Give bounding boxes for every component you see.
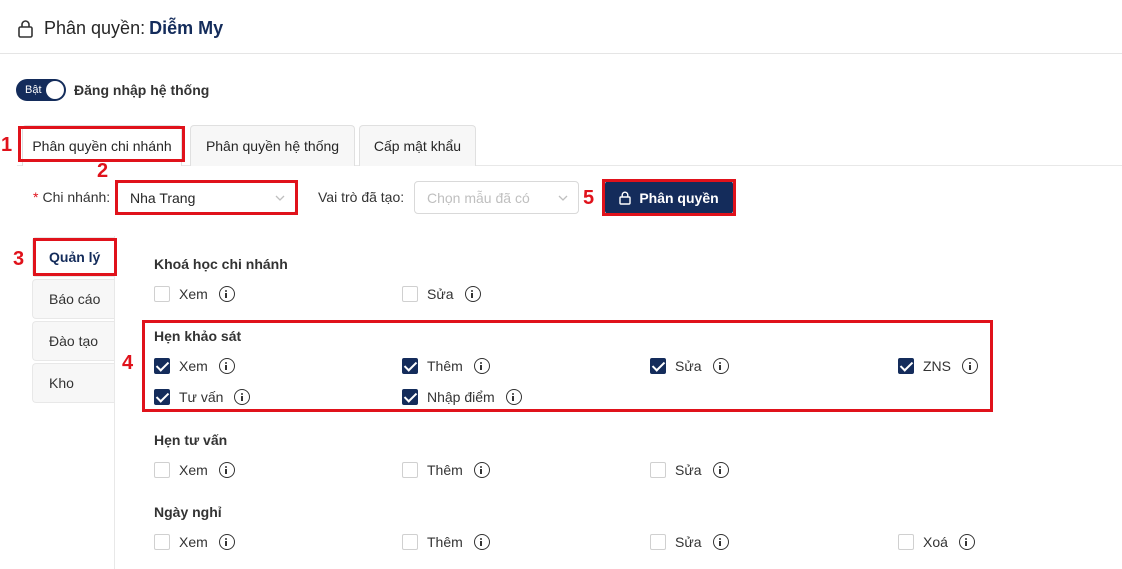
permission-item[interactable]: Thêm	[402, 461, 490, 479]
info-icon[interactable]	[473, 534, 490, 550]
tab-system-permissions[interactable]: Phân quyền hệ thống	[190, 125, 355, 166]
permission-label: Sửa	[675, 534, 702, 550]
page-title-label: Phân quyền:	[44, 18, 146, 38]
chevron-down-icon	[558, 195, 568, 201]
permission-item[interactable]: Xem	[154, 533, 235, 551]
toggle-knob	[46, 81, 64, 99]
branch-label: * Chi nhánh:	[33, 189, 110, 205]
annotation-number-2: 2	[97, 160, 109, 182]
permission-label: Thêm	[427, 462, 463, 478]
permission-label: Xoá	[923, 534, 948, 550]
permission-label: Xem	[179, 534, 208, 550]
annotation-box-4	[142, 320, 993, 412]
permission-label: Xem	[179, 286, 208, 302]
permission-item[interactable]: Sửa	[402, 285, 481, 303]
annotation-number-4: 4	[122, 352, 134, 374]
checkbox[interactable]	[154, 462, 170, 478]
info-icon[interactable]	[712, 462, 729, 478]
login-toggle[interactable]: Bật	[16, 79, 66, 101]
role-select-placeholder: Chọn mẫu đã có	[427, 190, 530, 206]
permission-label: Thêm	[427, 534, 463, 550]
group-title: Hẹn tư vấn	[154, 432, 228, 448]
group-title: Khoá học chi nhánh	[154, 256, 288, 272]
checkbox[interactable]	[402, 534, 418, 550]
side-item-training[interactable]: Đào tạo	[32, 321, 114, 361]
annotation-box-2	[115, 180, 298, 215]
permission-item[interactable]: Sửa	[650, 533, 729, 551]
checkbox[interactable]	[650, 462, 666, 478]
page-header: Phân quyền: Diễm My	[0, 0, 1122, 54]
checkbox[interactable]	[154, 534, 170, 550]
checkbox[interactable]	[402, 462, 418, 478]
checkbox[interactable]	[650, 534, 666, 550]
checkbox[interactable]	[402, 286, 418, 302]
toggle-state-label: Bật	[25, 84, 42, 96]
info-icon[interactable]	[218, 534, 235, 550]
permission-label: Sửa	[427, 286, 454, 302]
info-icon[interactable]	[464, 286, 481, 302]
permission-label: Xem	[179, 462, 208, 478]
required-mark: *	[33, 189, 39, 205]
side-menu-divider	[114, 236, 115, 569]
annotation-number-1: 1	[1, 134, 13, 156]
tabs-divider	[17, 165, 1122, 166]
branch-label-text: Chi nhánh:	[42, 189, 111, 205]
info-icon[interactable]	[218, 286, 235, 302]
tab-password[interactable]: Cấp mật khẩu	[359, 125, 476, 166]
role-select[interactable]: Chọn mẫu đã có	[414, 181, 579, 214]
login-toggle-label: Đăng nhập hệ thống	[74, 82, 210, 98]
permission-item[interactable]: Sửa	[650, 461, 729, 479]
role-label: Vai trò đã tạo:	[318, 189, 405, 205]
permission-item[interactable]: Thêm	[402, 533, 490, 551]
side-item-warehouse[interactable]: Kho	[32, 363, 114, 403]
info-icon[interactable]	[958, 534, 975, 550]
permission-item[interactable]: Xem	[154, 285, 235, 303]
permission-item[interactable]: Xoá	[898, 533, 975, 551]
info-icon[interactable]	[218, 462, 235, 478]
checkbox[interactable]	[154, 286, 170, 302]
checkbox[interactable]	[898, 534, 914, 550]
side-item-reports[interactable]: Báo cáo	[32, 279, 114, 319]
info-icon[interactable]	[712, 534, 729, 550]
info-icon[interactable]	[473, 462, 490, 478]
annotation-box-3	[33, 238, 117, 276]
lock-icon	[18, 20, 33, 38]
annotation-number-3: 3	[13, 248, 25, 270]
permission-item[interactable]: Xem	[154, 461, 235, 479]
page-title: Phân quyền: Diễm My	[44, 18, 223, 39]
annotation-box-1	[18, 126, 185, 162]
user-name: Diễm My	[149, 18, 224, 38]
annotation-number-5: 5	[583, 187, 595, 209]
permission-label: Sửa	[675, 462, 702, 478]
group-title: Ngày nghỉ	[154, 504, 222, 520]
annotation-box-5	[602, 179, 736, 216]
